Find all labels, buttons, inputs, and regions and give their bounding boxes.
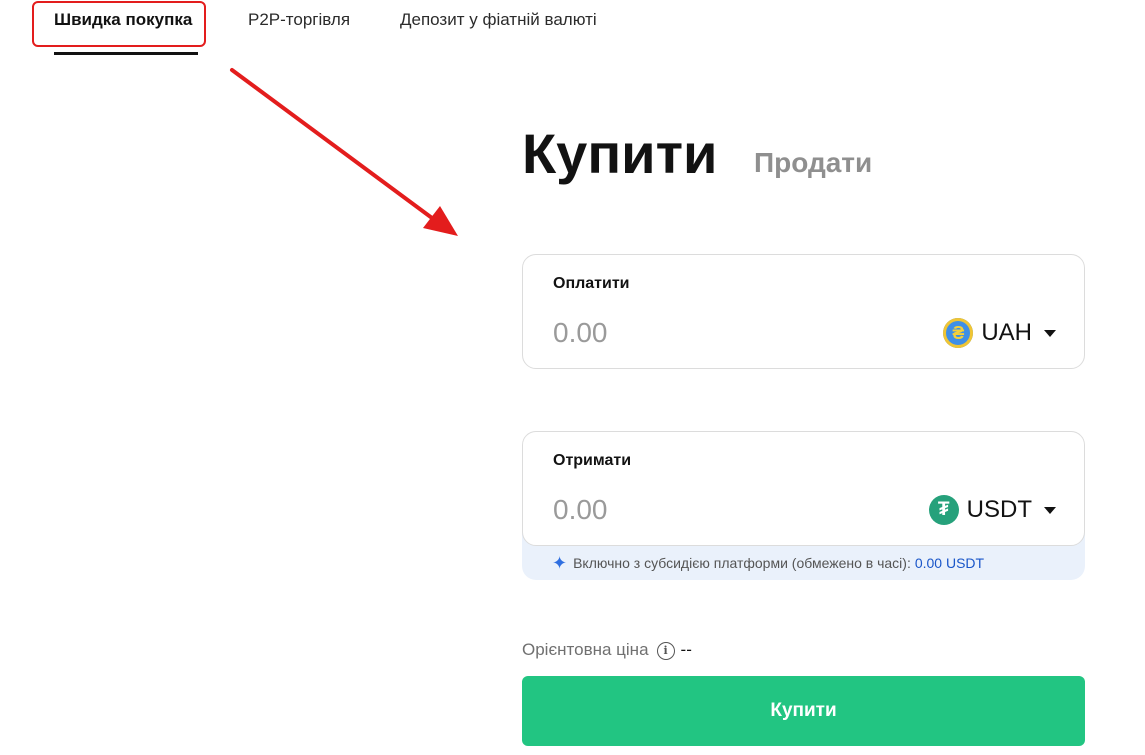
active-tab-indicator [54, 52, 198, 55]
receive-amount-input[interactable] [553, 490, 883, 530]
pay-currency-select[interactable]: ₴ UAH [943, 315, 1056, 351]
buy-mode-tab[interactable]: Купити [522, 122, 717, 186]
receive-currency-select[interactable]: ₮ USDT [928, 492, 1056, 528]
pay-card: Оплатити ₴ UAH [522, 254, 1085, 369]
caret-down-icon [1044, 329, 1056, 337]
top-tabs: Швидка покупка P2P-торгівля Депозит у фі… [0, 0, 1145, 60]
buy-button[interactable]: Купити [522, 676, 1085, 746]
estimated-price-label: Орієнтовна ціна [522, 640, 649, 659]
sparkle-icon: ✦ [552, 553, 568, 573]
receive-label: Отримати [553, 452, 632, 469]
caret-down-icon [1044, 506, 1056, 514]
tab-fiat-deposit[interactable]: Депозит у фіатній валюті [400, 10, 597, 30]
tether-coin-icon: ₮ [928, 495, 959, 525]
subsidy-value: 0.00 USDT [914, 555, 985, 571]
receive-currency-code: USDT [966, 496, 1032, 523]
pay-currency-code: UAH [981, 319, 1032, 346]
subsidy-row: ✦ Включно з субсидією платформи (обмежен… [552, 554, 984, 572]
sell-mode-tab[interactable]: Продати [754, 146, 872, 180]
annotation-highlight-box [32, 1, 206, 47]
pay-label: Оплатити [553, 275, 630, 292]
receive-card: Отримати ₮ USDT [522, 431, 1085, 546]
info-icon[interactable]: i [656, 642, 675, 660]
pay-amount-input[interactable] [553, 313, 883, 353]
tab-p2p-trading[interactable]: P2P-торгівля [248, 10, 350, 30]
hryvnia-coin-icon: ₴ [943, 318, 974, 348]
estimated-price: Орієнтовна ціна i -- [522, 640, 692, 660]
subsidy-text: Включно з субсидією платформи (обмежено … [573, 555, 911, 571]
estimated-price-value: -- [680, 640, 692, 659]
